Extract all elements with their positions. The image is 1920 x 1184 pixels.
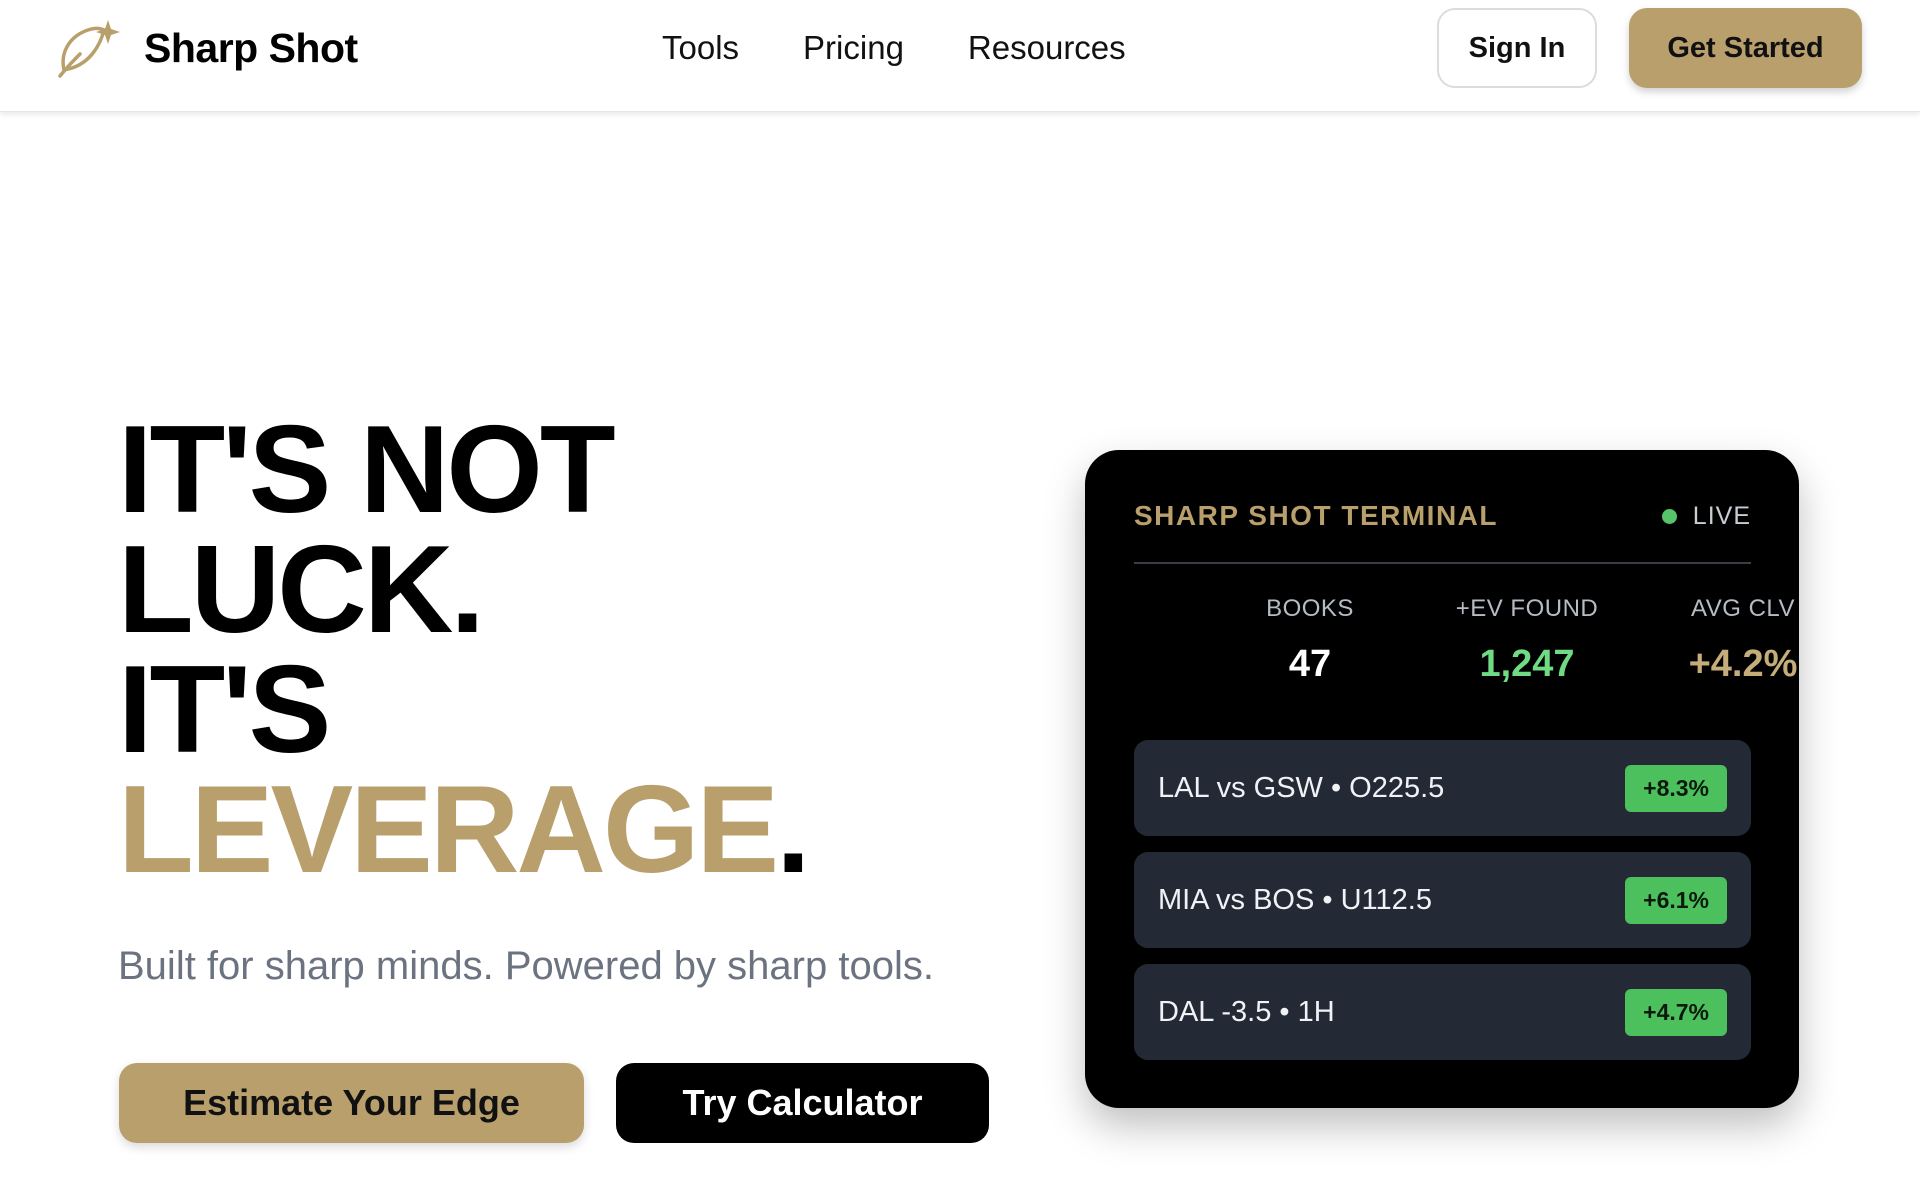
hero-subtitle: Built for sharp minds. Powered by sharp … xyxy=(118,944,934,988)
headline-accent-word: LEVERAGE xyxy=(118,761,779,899)
edge-badge: +6.1% xyxy=(1625,877,1727,924)
stat-value: 1,247 xyxy=(1479,643,1575,685)
terminal-card: SHARP SHOT TERMINAL LIVE BOOKS 47 +EV FO… xyxy=(1085,450,1799,1108)
get-started-button[interactable]: Get Started xyxy=(1629,8,1862,88)
nav-tools[interactable]: Tools xyxy=(662,26,739,70)
bet-row[interactable]: DAL -3.5 • 1H +4.7% xyxy=(1134,964,1751,1060)
edge-badge: +4.7% xyxy=(1625,989,1727,1036)
nav-pricing[interactable]: Pricing xyxy=(803,26,904,70)
stat-value: 47 xyxy=(1288,643,1332,685)
hero-headline: IT'S NOT LUCK. IT'S LEVERAGE. xyxy=(118,401,811,892)
try-calculator-button[interactable]: Try Calculator xyxy=(616,1063,989,1143)
main-nav: Tools Pricing Resources xyxy=(662,26,1190,70)
brand-name: Sharp Shot xyxy=(144,24,358,71)
stat-ev-found: +EV FOUND 1,247 xyxy=(1417,595,1637,686)
sign-in-button[interactable]: Sign In xyxy=(1437,8,1597,88)
brand-logo-link[interactable]: Sharp Shot xyxy=(54,16,358,80)
headline-line-2: LUCK. xyxy=(118,521,485,659)
terminal-divider xyxy=(1134,562,1751,564)
live-indicator: LIVE xyxy=(1661,502,1751,531)
bet-label: DAL -3.5 • 1H xyxy=(1158,996,1335,1028)
edge-badge: +8.3% xyxy=(1625,765,1727,812)
bet-row[interactable]: LAL vs GSW • O225.5 +8.3% xyxy=(1134,740,1751,836)
status-dot-icon xyxy=(1661,509,1677,524)
live-label: LIVE xyxy=(1692,502,1751,530)
headline-line-1: IT'S NOT xyxy=(118,401,616,539)
bet-label: MIA vs BOS • U112.5 xyxy=(1158,884,1432,916)
top-navbar: Sharp Shot Tools Pricing Resources Sign … xyxy=(0,0,1920,112)
headline-period: . xyxy=(776,761,810,899)
stat-label: +EV FOUND xyxy=(1455,595,1599,622)
bet-label: LAL vs GSW • O225.5 xyxy=(1158,772,1445,804)
stat-value: +4.2% xyxy=(1688,643,1798,685)
stat-label: BOOKS xyxy=(1266,595,1354,622)
stat-avg-clv: AVG CLV +4.2% xyxy=(1633,595,1853,686)
stat-books: BOOKS 47 xyxy=(1200,595,1420,686)
nav-resources[interactable]: Resources xyxy=(968,26,1126,70)
stat-label: AVG CLV xyxy=(1691,595,1795,622)
headline-line-3: IT'S xyxy=(118,641,331,779)
headline-line-4: LEVERAGE. xyxy=(118,768,811,892)
estimate-edge-button[interactable]: Estimate Your Edge xyxy=(119,1063,584,1143)
sparkle-feather-logo-icon xyxy=(58,20,120,78)
terminal-title: SHARP SHOT TERMINAL xyxy=(1134,500,1498,531)
bet-row[interactable]: MIA vs BOS • U112.5 +6.1% xyxy=(1134,852,1751,948)
